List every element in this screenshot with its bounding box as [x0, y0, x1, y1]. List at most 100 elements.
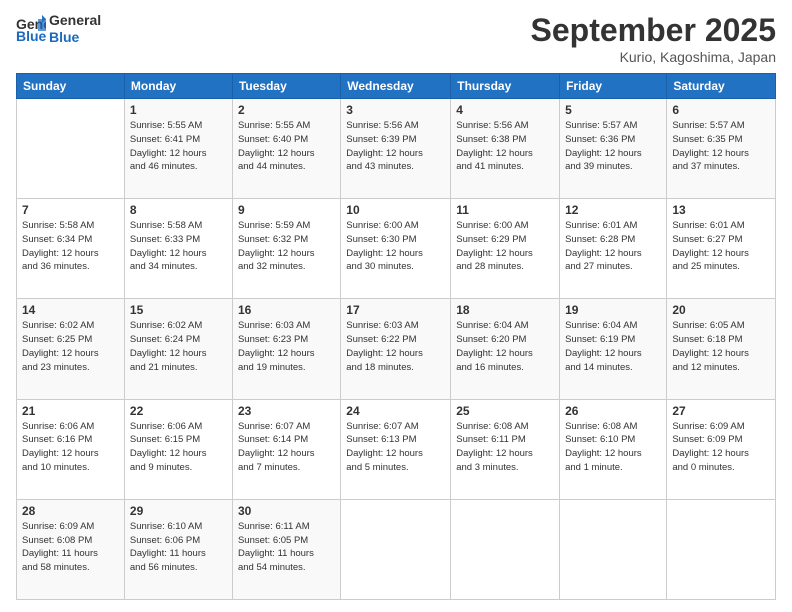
- day-info: Sunrise: 6:09 AMSunset: 6:09 PMDaylight:…: [672, 420, 770, 475]
- month-title: September 2025: [531, 12, 776, 49]
- day-info: Sunrise: 5:56 AMSunset: 6:39 PMDaylight:…: [346, 119, 445, 174]
- col-header-saturday: Saturday: [667, 74, 776, 99]
- day-cell: 13 Sunrise: 6:01 AMSunset: 6:27 PMDayligh…: [667, 199, 776, 299]
- day-cell: 17 Sunrise: 6:03 AMSunset: 6:22 PMDayligh…: [341, 299, 451, 399]
- day-info: Sunrise: 6:08 AMSunset: 6:10 PMDaylight:…: [565, 420, 661, 475]
- day-cell: 9 Sunrise: 5:59 AMSunset: 6:32 PMDaylight…: [232, 199, 340, 299]
- day-number: 10: [346, 203, 445, 217]
- day-info: Sunrise: 6:01 AMSunset: 6:27 PMDaylight:…: [672, 219, 770, 274]
- day-info: Sunrise: 6:00 AMSunset: 6:29 PMDaylight:…: [456, 219, 554, 274]
- day-number: 23: [238, 404, 335, 418]
- day-cell: [451, 499, 560, 599]
- day-info: Sunrise: 6:02 AMSunset: 6:24 PMDaylight:…: [130, 319, 227, 374]
- day-cell: 11 Sunrise: 6:00 AMSunset: 6:29 PMDayligh…: [451, 199, 560, 299]
- calendar-body: 1 Sunrise: 5:55 AMSunset: 6:41 PMDaylight…: [17, 99, 776, 600]
- header: General Blue General Blue September 2025…: [16, 12, 776, 65]
- week-row-5: 28 Sunrise: 6:09 AMSunset: 6:08 PMDayligh…: [17, 499, 776, 599]
- day-number: 14: [22, 303, 119, 317]
- day-number: 20: [672, 303, 770, 317]
- day-number: 13: [672, 203, 770, 217]
- day-cell: 21 Sunrise: 6:06 AMSunset: 6:16 PMDayligh…: [17, 399, 125, 499]
- col-header-tuesday: Tuesday: [232, 74, 340, 99]
- day-cell: [667, 499, 776, 599]
- day-cell: 19 Sunrise: 6:04 AMSunset: 6:19 PMDayligh…: [560, 299, 667, 399]
- week-row-3: 14 Sunrise: 6:02 AMSunset: 6:25 PMDayligh…: [17, 299, 776, 399]
- day-info: Sunrise: 6:06 AMSunset: 6:15 PMDaylight:…: [130, 420, 227, 475]
- day-info: Sunrise: 6:07 AMSunset: 6:14 PMDaylight:…: [238, 420, 335, 475]
- day-cell: 1 Sunrise: 5:55 AMSunset: 6:41 PMDaylight…: [124, 99, 232, 199]
- day-info: Sunrise: 5:55 AMSunset: 6:40 PMDaylight:…: [238, 119, 335, 174]
- day-info: Sunrise: 6:03 AMSunset: 6:22 PMDaylight:…: [346, 319, 445, 374]
- day-cell: 23 Sunrise: 6:07 AMSunset: 6:14 PMDayligh…: [232, 399, 340, 499]
- logo-icon: General Blue: [16, 15, 46, 43]
- day-info: Sunrise: 6:09 AMSunset: 6:08 PMDaylight:…: [22, 520, 119, 575]
- day-info: Sunrise: 6:10 AMSunset: 6:06 PMDaylight:…: [130, 520, 227, 575]
- day-cell: 6Sunrise: 5:57 AMSunset: 6:35 PMDaylight…: [667, 99, 776, 199]
- day-info: Sunrise: 6:01 AMSunset: 6:28 PMDaylight:…: [565, 219, 661, 274]
- day-info: Sunrise: 5:58 AMSunset: 6:34 PMDaylight:…: [22, 219, 119, 274]
- day-cell: 4 Sunrise: 5:56 AMSunset: 6:38 PMDaylight…: [451, 99, 560, 199]
- day-cell: 29 Sunrise: 6:10 AMSunset: 6:06 PMDayligh…: [124, 499, 232, 599]
- day-info: Sunrise: 6:05 AMSunset: 6:18 PMDaylight:…: [672, 319, 770, 374]
- day-info: Sunrise: 5:57 AMSunset: 6:36 PMDaylight:…: [565, 119, 661, 174]
- day-cell: 5 Sunrise: 5:57 AMSunset: 6:36 PMDaylight…: [560, 99, 667, 199]
- day-info: Sunrise: 6:04 AMSunset: 6:20 PMDaylight:…: [456, 319, 554, 374]
- day-number: 5: [565, 103, 661, 117]
- day-cell: 25 Sunrise: 6:08 AMSunset: 6:11 PMDayligh…: [451, 399, 560, 499]
- week-row-2: 7 Sunrise: 5:58 AMSunset: 6:34 PMDaylight…: [17, 199, 776, 299]
- title-block: September 2025 Kurio, Kagoshima, Japan: [531, 12, 776, 65]
- day-cell: 18 Sunrise: 6:04 AMSunset: 6:20 PMDayligh…: [451, 299, 560, 399]
- day-number: 22: [130, 404, 227, 418]
- day-number: 12: [565, 203, 661, 217]
- day-cell: 14 Sunrise: 6:02 AMSunset: 6:25 PMDayligh…: [17, 299, 125, 399]
- day-info: Sunrise: 6:08 AMSunset: 6:11 PMDaylight:…: [456, 420, 554, 475]
- day-info: Sunrise: 5:55 AMSunset: 6:41 PMDaylight:…: [130, 119, 227, 174]
- day-number: 9: [238, 203, 335, 217]
- day-number: 11: [456, 203, 554, 217]
- day-cell: 15 Sunrise: 6:02 AMSunset: 6:24 PMDayligh…: [124, 299, 232, 399]
- day-cell: 12 Sunrise: 6:01 AMSunset: 6:28 PMDayligh…: [560, 199, 667, 299]
- day-number: 7: [22, 203, 119, 217]
- day-number: 19: [565, 303, 661, 317]
- calendar-table: SundayMondayTuesdayWednesdayThursdayFrid…: [16, 73, 776, 600]
- day-info: Sunrise: 5:58 AMSunset: 6:33 PMDaylight:…: [130, 219, 227, 274]
- day-number: 4: [456, 103, 554, 117]
- day-number: 2: [238, 103, 335, 117]
- day-cell: 27 Sunrise: 6:09 AMSunset: 6:09 PMDayligh…: [667, 399, 776, 499]
- day-number: 3: [346, 103, 445, 117]
- day-number: 27: [672, 404, 770, 418]
- day-info: Sunrise: 6:07 AMSunset: 6:13 PMDaylight:…: [346, 420, 445, 475]
- day-number: 1: [130, 103, 227, 117]
- day-cell: 30Sunrise: 6:11 AMSunset: 6:05 PMDayligh…: [232, 499, 340, 599]
- day-number: 8: [130, 203, 227, 217]
- day-info: Sunrise: 5:57 AMSunset: 6:35 PMDaylight:…: [672, 119, 770, 174]
- day-cell: 22 Sunrise: 6:06 AMSunset: 6:15 PMDayligh…: [124, 399, 232, 499]
- day-info: Sunrise: 5:56 AMSunset: 6:38 PMDaylight:…: [456, 119, 554, 174]
- col-header-wednesday: Wednesday: [341, 74, 451, 99]
- day-info: Sunrise: 5:59 AMSunset: 6:32 PMDaylight:…: [238, 219, 335, 274]
- day-number: 29: [130, 504, 227, 518]
- day-cell: 28 Sunrise: 6:09 AMSunset: 6:08 PMDayligh…: [17, 499, 125, 599]
- day-cell: 24Sunrise: 6:07 AMSunset: 6:13 PMDayligh…: [341, 399, 451, 499]
- day-cell: 16Sunrise: 6:03 AMSunset: 6:23 PMDayligh…: [232, 299, 340, 399]
- day-cell: 10 Sunrise: 6:00 AMSunset: 6:30 PMDayligh…: [341, 199, 451, 299]
- day-info: Sunrise: 6:02 AMSunset: 6:25 PMDaylight:…: [22, 319, 119, 374]
- col-header-thursday: Thursday: [451, 74, 560, 99]
- day-number: 17: [346, 303, 445, 317]
- day-cell: 2 Sunrise: 5:55 AMSunset: 6:40 PMDaylight…: [232, 99, 340, 199]
- day-number: 18: [456, 303, 554, 317]
- column-headers-row: SundayMondayTuesdayWednesdayThursdayFrid…: [17, 74, 776, 99]
- col-header-friday: Friday: [560, 74, 667, 99]
- day-info: Sunrise: 6:00 AMSunset: 6:30 PMDaylight:…: [346, 219, 445, 274]
- day-number: 28: [22, 504, 119, 518]
- day-number: 21: [22, 404, 119, 418]
- day-info: Sunrise: 6:03 AMSunset: 6:23 PMDaylight:…: [238, 319, 335, 374]
- day-info: Sunrise: 6:11 AMSunset: 6:05 PMDaylight:…: [238, 520, 335, 575]
- day-number: 15: [130, 303, 227, 317]
- day-info: Sunrise: 6:04 AMSunset: 6:19 PMDaylight:…: [565, 319, 661, 374]
- day-number: 25: [456, 404, 554, 418]
- day-cell: 20 Sunrise: 6:05 AMSunset: 6:18 PMDayligh…: [667, 299, 776, 399]
- day-info: Sunrise: 6:06 AMSunset: 6:16 PMDaylight:…: [22, 420, 119, 475]
- day-cell: [17, 99, 125, 199]
- week-row-1: 1 Sunrise: 5:55 AMSunset: 6:41 PMDaylight…: [17, 99, 776, 199]
